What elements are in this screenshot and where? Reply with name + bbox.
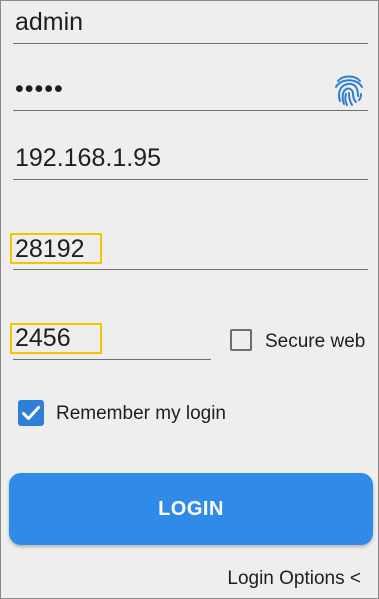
password-value: ••••• — [15, 75, 64, 103]
username-value: admin — [15, 8, 84, 36]
fingerprint-icon[interactable] — [334, 73, 364, 107]
remember-login-label[interactable]: Remember my login — [56, 403, 226, 425]
secure-web-label[interactable]: Secure web — [265, 331, 365, 353]
login-button-label: LOGIN — [158, 497, 224, 520]
username-field[interactable]: admin — [13, 1, 368, 44]
checkmark-icon — [22, 406, 40, 420]
secure-web-checkbox[interactable] — [230, 329, 252, 351]
login-button[interactable]: LOGIN — [9, 473, 373, 545]
host-field[interactable]: 192.168.1.95 — [13, 137, 368, 180]
login-options-link[interactable]: Login Options < — [227, 568, 361, 590]
host-value: 192.168.1.95 — [15, 144, 161, 172]
remember-login-checkbox[interactable] — [18, 400, 44, 426]
password-field[interactable]: ••••• — [13, 67, 368, 111]
web-port-highlight — [10, 323, 102, 354]
port-highlight — [10, 233, 102, 264]
login-screen: admin ••••• 192.168.1.95 28192 2456 Secu… — [0, 0, 379, 599]
